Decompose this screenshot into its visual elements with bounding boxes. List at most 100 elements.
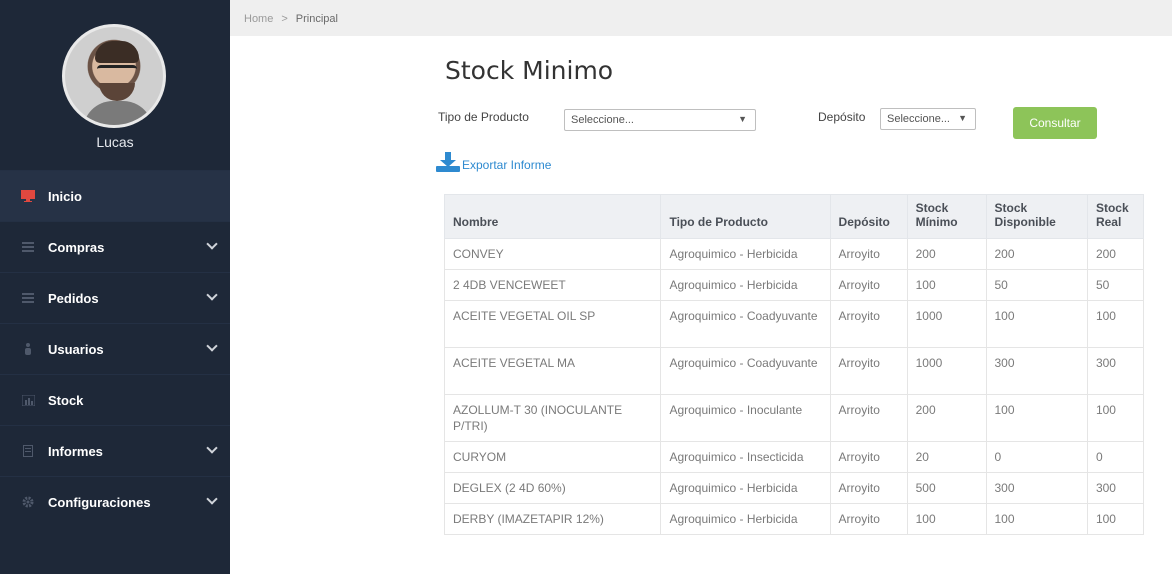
cell-deposito: Arroyito — [829, 503, 908, 535]
cell-deposito: Arroyito — [829, 394, 908, 442]
cell-tipo: Agroquimico - Herbicida — [660, 472, 831, 504]
cell-stock-real: 300 — [1086, 472, 1145, 504]
export-label: Exportar Informe — [462, 158, 552, 172]
cell-stock-disponible: 100 — [985, 503, 1088, 535]
cell-nombre: CONVEY — [443, 238, 662, 270]
tipo-producto-value: Seleccione... — [571, 114, 634, 126]
cell-stock-minimo: 1000 — [906, 300, 987, 348]
cell-deposito: Arroyito — [829, 300, 908, 348]
chevron-down-icon — [206, 340, 218, 352]
deposito-select[interactable]: Seleccione... ▼ — [880, 108, 976, 130]
list-icon — [20, 290, 36, 306]
cell-stock-disponible: 300 — [985, 472, 1088, 504]
tipo-producto-select[interactable]: Seleccione... ▼ — [564, 109, 756, 131]
cell-nombre: DERBY (IMAZETAPIR 12%) — [443, 503, 662, 535]
table-row[interactable]: ACEITE VEGETAL MA Agroquimico - Coadyuva… — [443, 347, 1145, 395]
table-header-row: Nombre Tipo de Producto Depósito Stock M… — [443, 194, 1145, 239]
cell-tipo: Agroquimico - Herbicida — [660, 238, 831, 270]
cell-stock-disponible: 300 — [985, 347, 1088, 395]
cell-tipo: Agroquimico - Coadyuvante — [660, 300, 831, 348]
chevron-down-icon — [206, 442, 218, 454]
cell-nombre: DEGLEX (2 4D 60%) — [443, 472, 662, 504]
cell-stock-minimo: 100 — [906, 269, 987, 301]
sidebar-item-label: Compras — [48, 239, 105, 255]
table-row[interactable]: CURYOM Agroquimico - Insecticida Arroyit… — [443, 441, 1145, 473]
cell-stock-real: 300 — [1086, 347, 1145, 395]
table-row[interactable]: DERBY (IMAZETAPIR 12%) Agroquimico - Her… — [443, 503, 1145, 535]
column-header-stock-minimo[interactable]: Stock Mínimo — [906, 194, 987, 239]
cell-stock-disponible: 200 — [985, 238, 1088, 270]
cell-stock-real: 100 — [1086, 503, 1145, 535]
cell-stock-real: 100 — [1086, 394, 1145, 442]
cell-stock-disponible: 100 — [985, 394, 1088, 442]
column-header-stock-real[interactable]: Stock Real — [1086, 194, 1145, 239]
breadcrumb: Home > Principal — [230, 0, 1172, 36]
cell-stock-real: 50 — [1086, 269, 1145, 301]
cell-tipo: Agroquimico - Herbicida — [660, 503, 831, 535]
deposito-label: Depósito — [818, 110, 866, 124]
table-row[interactable]: CONVEY Agroquimico - Herbicida Arroyito … — [443, 238, 1145, 270]
chart-icon — [20, 392, 36, 408]
sidebar-item-label: Usuarios — [48, 341, 104, 357]
monitor-icon — [20, 188, 36, 204]
table-row[interactable]: AZOLLUM-T 30 (INOCULANTE P/TRI) Agroquim… — [443, 394, 1145, 442]
export-link[interactable]: Exportar Informe — [436, 152, 551, 172]
sidebar-item-compras[interactable]: Compras — [0, 221, 230, 272]
consultar-button[interactable]: Consultar — [1013, 107, 1097, 139]
cell-stock-minimo: 200 — [906, 238, 987, 270]
sidebar-item-pedidos[interactable]: Pedidos — [0, 272, 230, 323]
cell-deposito: Arroyito — [829, 238, 908, 270]
deposito-value: Seleccione... — [887, 113, 950, 125]
cell-deposito: Arroyito — [829, 441, 908, 473]
sidebar-item-label: Configuraciones — [48, 494, 151, 510]
sidebar-item-usuarios[interactable]: Usuarios — [0, 323, 230, 374]
column-header-stock-disponible[interactable]: Stock Disponible — [985, 194, 1088, 239]
breadcrumb-separator: > — [281, 13, 288, 25]
list-icon — [20, 239, 36, 255]
cell-stock-real: 100 — [1086, 300, 1145, 348]
breadcrumb-home[interactable]: Home — [244, 13, 273, 25]
cell-deposito: Arroyito — [829, 347, 908, 395]
cell-nombre: AZOLLUM-T 30 (INOCULANTE P/TRI) — [443, 394, 662, 442]
page-title: Stock Minimo — [445, 56, 614, 85]
cell-tipo: Agroquimico - Inoculante — [660, 394, 831, 442]
column-header-tipo-producto[interactable]: Tipo de Producto — [660, 194, 831, 239]
cell-tipo: Agroquimico - Coadyuvante — [660, 347, 831, 395]
sidebar-item-label: Stock — [48, 392, 84, 408]
profile: Lucas — [0, 0, 230, 170]
sidebar-item-label: Pedidos — [48, 290, 99, 306]
column-header-nombre[interactable]: Nombre — [443, 194, 662, 239]
chevron-down-icon — [206, 289, 218, 301]
user-icon — [20, 341, 36, 357]
sidebar-item-informes[interactable]: Informes — [0, 425, 230, 476]
document-icon — [20, 443, 36, 459]
table-row[interactable]: DEGLEX (2 4D 60%) Agroquimico - Herbicid… — [443, 472, 1145, 504]
column-header-deposito[interactable]: Depósito — [829, 194, 908, 239]
dropdown-arrow-icon: ▼ — [738, 114, 747, 124]
cell-stock-real: 200 — [1086, 238, 1145, 270]
username: Lucas — [96, 134, 134, 150]
chevron-down-icon — [206, 238, 218, 250]
gear-icon — [20, 494, 36, 510]
cell-stock-minimo: 20 — [906, 441, 987, 473]
stock-table: Nombre Tipo de Producto Depósito Stock M… — [443, 194, 1145, 535]
cell-nombre: CURYOM — [443, 441, 662, 473]
download-icon — [436, 152, 460, 172]
avatar[interactable] — [62, 24, 166, 128]
dropdown-arrow-icon: ▼ — [958, 113, 967, 123]
sidebar-item-stock[interactable]: Stock — [0, 374, 230, 425]
breadcrumb-current: Principal — [295, 13, 338, 25]
sidebar-item-inicio[interactable]: Inicio — [0, 170, 230, 221]
cell-nombre: 2 4DB VENCEWEET — [443, 269, 662, 301]
cell-stock-real: 0 — [1086, 441, 1145, 473]
sidebar-item-configuraciones[interactable]: Configuraciones — [0, 476, 230, 527]
cell-stock-minimo: 200 — [906, 394, 987, 442]
sidebar-item-label: Informes — [48, 443, 103, 459]
cell-deposito: Arroyito — [829, 269, 908, 301]
cell-tipo: Agroquimico - Insecticida — [660, 441, 831, 473]
cell-stock-disponible: 50 — [985, 269, 1088, 301]
table-row[interactable]: ACEITE VEGETAL OIL SP Agroquimico - Coad… — [443, 300, 1145, 348]
table-row[interactable]: 2 4DB VENCEWEET Agroquimico - Herbicida … — [443, 269, 1145, 301]
cell-stock-disponible: 0 — [985, 441, 1088, 473]
cell-stock-minimo: 500 — [906, 472, 987, 504]
